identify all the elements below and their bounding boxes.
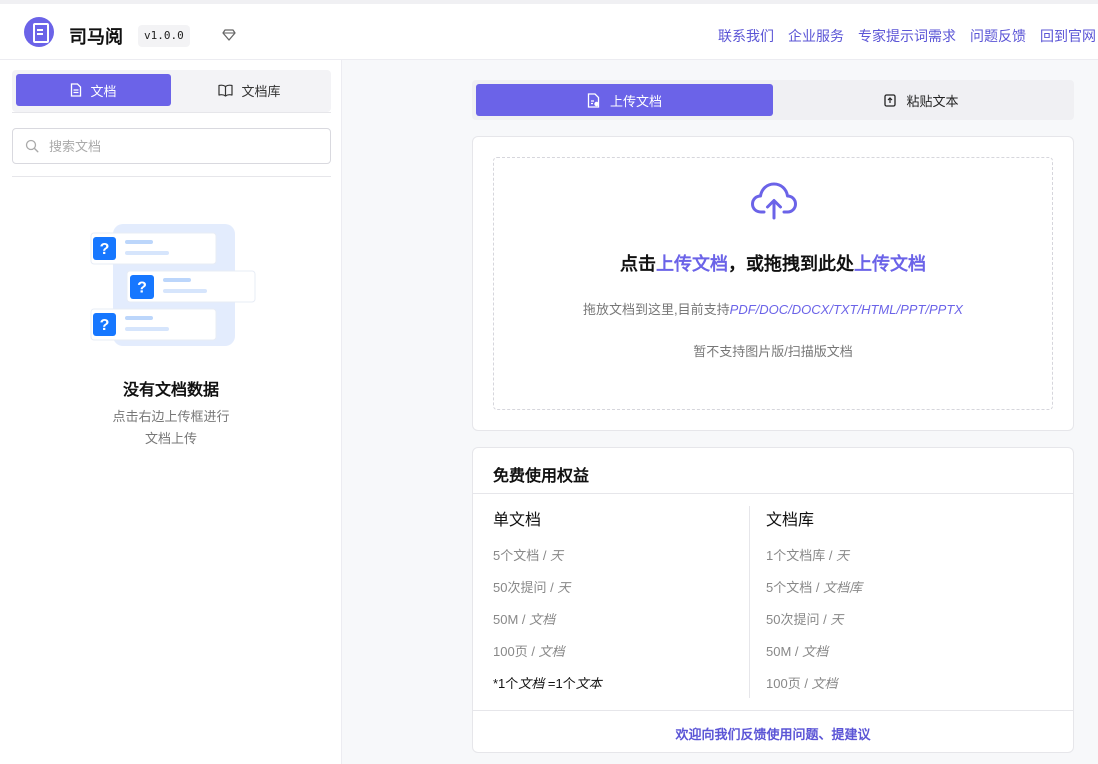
search-icon <box>25 139 39 153</box>
divider <box>473 710 1073 711</box>
document-icon <box>71 83 82 97</box>
tab-label: 粘贴文本 <box>906 93 959 109</box>
empty-desc-line: 文档上传 <box>144 431 197 446</box>
diamond-icon[interactable] <box>222 29 236 41</box>
benefit-item: 50M / 文档 <box>766 644 829 659</box>
svg-text:?: ? <box>100 317 110 334</box>
top-nav: 联系我们 企业服务 专家提示词需求 问题反馈 回到官网 <box>718 26 1096 46</box>
empty-state-illustration: ? ? ? <box>90 224 256 346</box>
benefit-item: 1个文档库 / 天 <box>766 548 850 563</box>
empty-state-description: 点击右边上传框进行 文档上传 <box>0 406 342 450</box>
benefit-item: 5个文档 / 天 <box>493 548 564 563</box>
sidebar-tabs: 文档 文档库 <box>12 70 331 112</box>
main-tabs: 上传文档 粘贴文本 <box>472 80 1074 120</box>
app-title: 司马阅 <box>69 27 123 47</box>
nav-feedback[interactable]: 问题反馈 <box>970 26 1026 46</box>
headline-text: ，或拖拽到此处 <box>728 254 854 274</box>
top-bar: 司马阅 v1.0.0 联系我们 企业服务 专家提示词需求 问题反馈 回到官网 <box>0 0 1098 60</box>
supported-formats: 拖放文档到这里,目前支持PDF/DOC/DOCX/TXT/HTML/PPT/PP… <box>494 299 1052 318</box>
benefit-note: *1个文档 =1个文本 <box>493 676 602 691</box>
upload-note: 暂不支持图片版/扫描版文档 <box>693 344 853 359</box>
feedback-link[interactable]: 欢迎向我们反馈使用问题、提建议 <box>473 724 1073 743</box>
nav-expert-prompt[interactable]: 专家提示词需求 <box>858 26 956 46</box>
headline-text: 点击 <box>620 254 656 274</box>
headline-link[interactable]: 上传文档 <box>854 254 926 274</box>
column-title: 单文档 <box>493 512 542 529</box>
formats-prefix: 拖放文档到这里,目前支持 <box>583 302 730 317</box>
search-box <box>12 128 331 164</box>
tab-label: 上传文档 <box>609 93 662 109</box>
benefit-item: 50次提问 / 天 <box>493 580 571 595</box>
tab-paste-text[interactable]: 粘贴文本 <box>773 84 1070 116</box>
headline-link[interactable]: 上传文档 <box>656 254 728 274</box>
sidebar-tab-label: 文档库 <box>241 83 281 99</box>
nav-enterprise-service[interactable]: 企业服务 <box>788 26 844 46</box>
paste-icon <box>884 94 897 107</box>
nav-contact-us[interactable]: 联系我们 <box>718 26 774 46</box>
search-input[interactable] <box>49 138 309 154</box>
svg-text:?: ? <box>137 280 147 297</box>
upload-headline: 点击上传文档，或拖拽到此处上传文档 <box>494 250 1052 276</box>
column-divider <box>749 506 750 698</box>
column-title: 文档库 <box>766 512 815 529</box>
divider <box>473 493 1073 494</box>
benefit-item: 50M / 文档 <box>493 612 556 627</box>
benefit-item: 100页 / 文档 <box>766 676 838 691</box>
sidebar-tab-label: 文档 <box>90 83 117 99</box>
benefit-item: 50次提问 / 天 <box>766 612 844 627</box>
nav-back-to-site[interactable]: 回到官网 <box>1040 26 1096 46</box>
book-icon <box>218 84 234 97</box>
benefits-title: 免费使用权益 <box>493 468 590 485</box>
divider <box>12 176 331 177</box>
empty-state-title: 没有文档数据 <box>122 382 219 399</box>
sidebar: 文档 文档库 ? ? <box>0 60 342 764</box>
sidebar-tab-documents[interactable]: 文档 <box>16 74 171 106</box>
benefit-item: 5个文档 / 文档库 <box>766 580 863 595</box>
cloud-upload-icon <box>751 182 797 220</box>
svg-text:?: ? <box>100 241 110 258</box>
version-badge: v1.0.0 <box>138 25 190 47</box>
sidebar-tab-library[interactable]: 文档库 <box>172 74 327 106</box>
empty-desc-line: 点击右边上传框进行 <box>112 409 230 424</box>
benefit-item: 100页 / 文档 <box>493 644 565 659</box>
benefit-column-single-document: 单文档 5个文档 / 天 50次提问 / 天 50M / 文档 100页 / 文… <box>493 506 602 700</box>
app-logo-icon[interactable] <box>24 17 54 47</box>
formats-list: PDF/DOC/DOCX/TXT/HTML/PPT/PPTX <box>729 302 963 317</box>
tab-upload-document[interactable]: 上传文档 <box>476 84 773 116</box>
upload-dropzone[interactable]: 点击上传文档，或拖拽到此处上传文档 拖放文档到这里,目前支持PDF/DOC/DO… <box>493 157 1053 410</box>
upload-file-icon <box>587 92 600 108</box>
divider <box>12 112 331 113</box>
free-benefits-card: 免费使用权益 单文档 5个文档 / 天 50次提问 / 天 50M / 文档 1… <box>472 447 1074 753</box>
benefit-column-document-library: 文档库 1个文档库 / 天 5个文档 / 文档库 50次提问 / 天 50M /… <box>766 506 862 700</box>
upload-card: 点击上传文档，或拖拽到此处上传文档 拖放文档到这里,目前支持PDF/DOC/DO… <box>472 136 1074 431</box>
